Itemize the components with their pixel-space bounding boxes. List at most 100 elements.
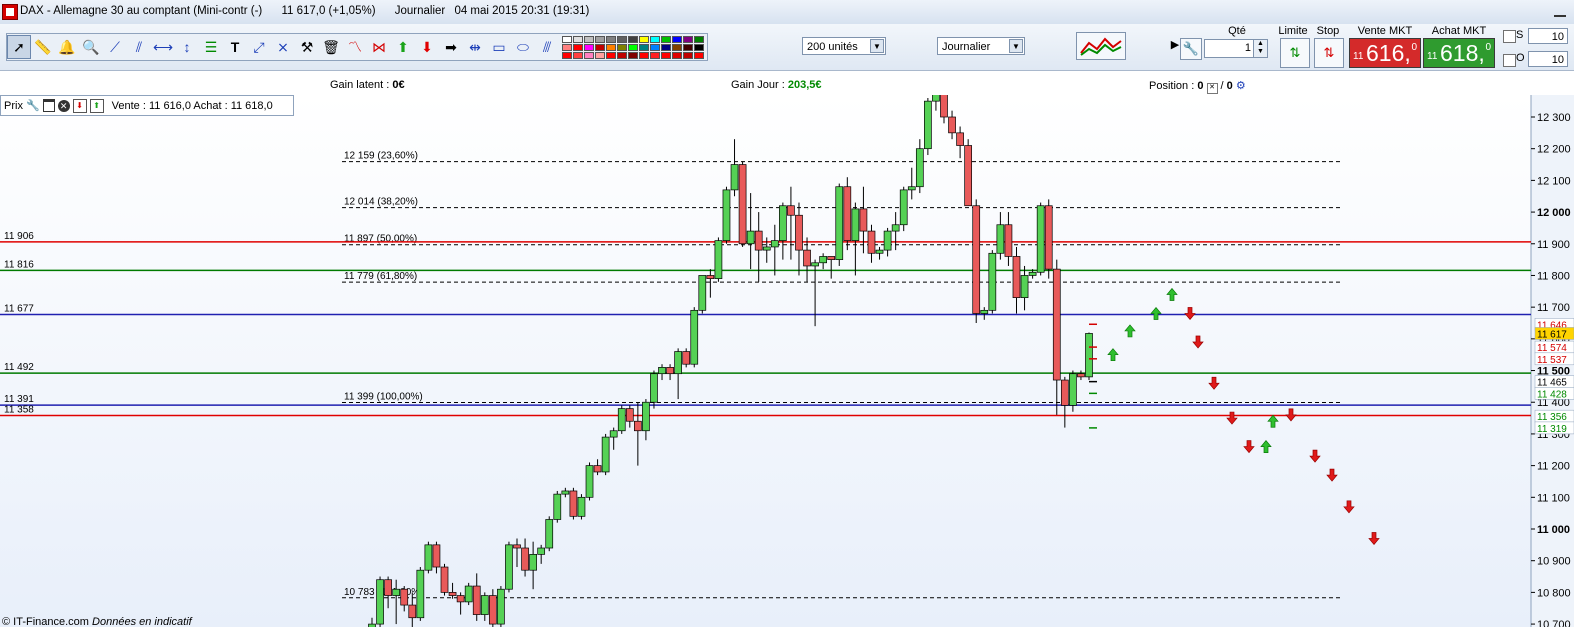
trendline-icon[interactable]: ⟋ (103, 35, 127, 59)
palette-swatch[interactable] (683, 51, 693, 59)
palette-swatch[interactable] (628, 35, 638, 43)
palette-swatch[interactable] (562, 51, 572, 59)
palette-swatch[interactable] (661, 51, 671, 59)
o-value-input[interactable]: 10 (1528, 51, 1568, 67)
candle-up (650, 373, 658, 403)
palette-swatch[interactable] (573, 35, 583, 43)
buy-market-button[interactable]: 11 618, 0 (1423, 38, 1495, 68)
fibonacci-label: 12 014 (38,20%) (344, 197, 418, 208)
palette-swatch[interactable] (606, 35, 616, 43)
candle-up (424, 544, 433, 571)
alarm-icon[interactable]: 🔔 (55, 35, 79, 59)
units-select[interactable]: 200 unités ▼ (802, 37, 886, 55)
cross-lines-icon[interactable]: ⨯ (271, 35, 295, 59)
palette-swatch[interactable] (639, 51, 649, 59)
down-arrow-icon[interactable]: ⬇ (415, 35, 439, 59)
palette-swatch[interactable] (606, 51, 616, 59)
candle-up (545, 519, 554, 549)
fibonacci-icon[interactable]: ☰ (199, 35, 223, 59)
minimize-icon[interactable] (1554, 3, 1566, 17)
palette-swatch[interactable] (584, 43, 594, 51)
gain-jour-value: 203,5€ (787, 79, 822, 91)
arrows-icon[interactable]: ⤢ (247, 35, 271, 59)
magnifier-icon[interactable]: 🔍 (79, 35, 103, 59)
palette-swatch[interactable] (595, 43, 605, 51)
channel-icon[interactable]: ⫻ (535, 35, 559, 59)
wrench-icon[interactable]: 🔧 (1180, 38, 1202, 60)
palette-swatch[interactable] (694, 51, 704, 59)
period-select[interactable]: Journalier ▼ (937, 37, 1025, 55)
close-position-icon[interactable]: ✕ (1206, 83, 1218, 94)
gain-latent-label: Gain latent : (330, 79, 390, 91)
palette-swatch[interactable] (628, 43, 638, 51)
ellipse-icon[interactable]: ⬭ (511, 35, 535, 59)
palette-swatch[interactable] (584, 35, 594, 43)
candle-up (601, 436, 610, 473)
settings-gear-icon[interactable]: ⚙ (1236, 80, 1246, 92)
palette-swatch[interactable] (562, 35, 572, 43)
signal-chart-icon[interactable]: 〽 (343, 35, 367, 59)
palette-swatch[interactable] (683, 35, 693, 43)
trash-icon[interactable]: 🗑 (319, 35, 343, 59)
palette-swatch[interactable] (672, 35, 682, 43)
right-arrow-icon[interactable]: ➡ (439, 35, 463, 59)
palette-swatch[interactable] (617, 35, 627, 43)
palette-swatch[interactable] (639, 35, 649, 43)
limit-order-button[interactable]: ⇅ (1280, 38, 1310, 68)
color-palette[interactable] (562, 35, 704, 59)
palette-swatch[interactable] (650, 43, 660, 51)
spin-arrows-icon[interactable]: ▲ ▼ (1253, 40, 1267, 57)
ruler-icon[interactable]: 📏 (31, 35, 55, 59)
palette-swatch[interactable] (595, 51, 605, 59)
palette-swatch[interactable] (595, 35, 605, 43)
palette-swatch[interactable] (562, 43, 572, 51)
palette-swatch[interactable] (584, 51, 594, 59)
palette-swatch[interactable] (650, 35, 660, 43)
indicators-button[interactable] (1076, 32, 1126, 60)
candle-up (730, 164, 739, 191)
fan-icon[interactable]: ⋈ (367, 35, 391, 59)
palette-swatch[interactable] (683, 43, 693, 51)
wrench-icon[interactable]: 🔧 (26, 99, 40, 112)
window-title: DAX - Allemagne 30 au comptant (Mini-con… (20, 5, 605, 17)
chart-legend: Prix 🔧 ✕ ⬇ ⬆ Vente : 11 616,0 Achat : 11… (0, 95, 294, 116)
vertical-line-icon[interactable]: ↕ (175, 35, 199, 59)
palette-swatch[interactable] (661, 35, 671, 43)
sell-market-button[interactable]: 11 616, 0 (1349, 38, 1421, 68)
stop-checkbox[interactable] (1503, 30, 1516, 43)
palette-swatch[interactable] (672, 51, 682, 59)
up-arrow-icon[interactable]: ⬆ (391, 35, 415, 59)
palette-swatch[interactable] (606, 43, 616, 51)
move-up-icon[interactable]: ⬆ (89, 98, 104, 113)
window-icon[interactable] (42, 99, 55, 112)
palette-swatch[interactable] (661, 43, 671, 51)
palette-swatch[interactable] (573, 43, 583, 51)
stop-order-button[interactable]: ⇅ (1314, 38, 1344, 68)
palette-swatch[interactable] (617, 43, 627, 51)
candle-up (915, 148, 924, 188)
position-value-b: 0 (1226, 80, 1233, 92)
palette-swatch[interactable] (617, 51, 627, 59)
parallel-line-icon[interactable]: ⫽ (127, 35, 151, 59)
quantity-stepper[interactable]: 1 ▲ ▼ (1204, 39, 1268, 58)
palette-swatch[interactable] (573, 51, 583, 59)
palette-swatch[interactable] (639, 43, 649, 51)
palette-swatch[interactable] (672, 43, 682, 51)
horizontal-line-icon[interactable]: ⟷ (151, 35, 175, 59)
s-value-input[interactable]: 10 (1528, 28, 1568, 44)
panel-collapse-icon[interactable]: ▶ (1170, 38, 1180, 51)
objective-checkbox[interactable] (1503, 54, 1516, 67)
close-icon[interactable]: ✕ (57, 99, 70, 112)
palette-swatch[interactable] (694, 35, 704, 43)
text-icon[interactable]: T (223, 35, 247, 59)
palette-swatch[interactable] (694, 43, 704, 51)
palette-swatch[interactable] (650, 51, 660, 59)
hammer-icon[interactable]: ⚒ (295, 35, 319, 59)
fibonacci-label: 11 399 (100,00%) (344, 392, 423, 403)
palette-swatch[interactable] (628, 51, 638, 59)
cursor-icon[interactable]: ➚ (7, 35, 31, 59)
price-chart[interactable]: 12 159 (23,60%) 12 014 (38,20%) 11 897 (50… (0, 95, 1574, 627)
rectangle-icon[interactable]: ▭ (487, 35, 511, 59)
double-arrow-icon[interactable]: ⇹ (463, 35, 487, 59)
move-down-icon[interactable]: ⬇ (72, 98, 87, 113)
